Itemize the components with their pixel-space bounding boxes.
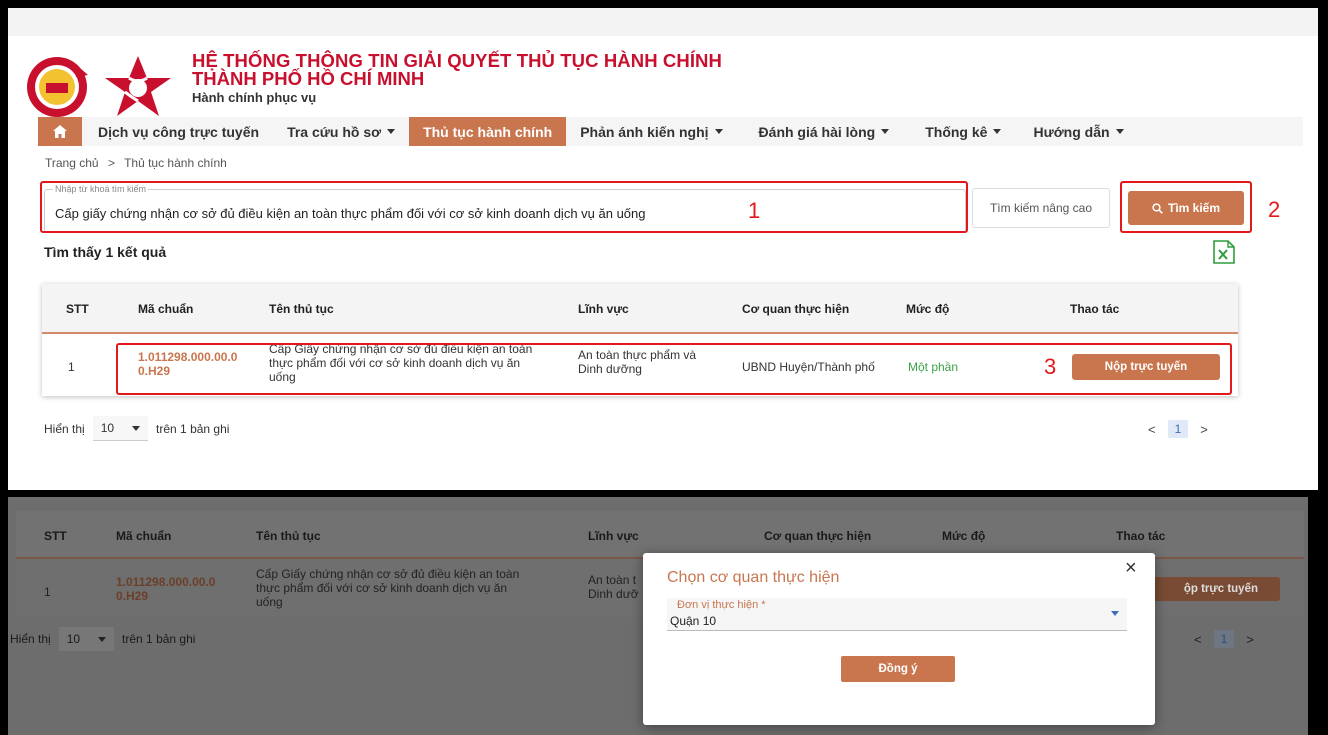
pagination: < 1 > bbox=[1194, 630, 1254, 648]
main-nav: Dịch vụ công trực tuyến Tra cứu hồ sơ Th… bbox=[38, 117, 1303, 146]
prev-page-button: < bbox=[1194, 631, 1202, 647]
confirm-button[interactable]: Đồng ý bbox=[841, 656, 955, 682]
col-header-field: Lĩnh vực bbox=[578, 302, 629, 316]
top-strip bbox=[8, 8, 1318, 36]
prev-page-button[interactable]: < bbox=[1148, 422, 1156, 437]
nav-item-satisfaction[interactable]: Đánh giá hài lòng bbox=[737, 117, 904, 146]
close-icon[interactable]: × bbox=[1125, 557, 1137, 580]
system-subtitle: Hành chính phục vụ bbox=[192, 90, 317, 105]
city-emblem-icon bbox=[27, 57, 88, 117]
nav-item-admin-procedures[interactable]: Thủ tục hành chính bbox=[409, 117, 567, 146]
modal-screen-panel: STT Mã chuẩn Tên thủ tục Lĩnh vực Cơ qua… bbox=[8, 497, 1308, 735]
table-header: STT Mã chuẩn Tên thủ tục Lĩnh vực Cơ qua… bbox=[16, 511, 1304, 559]
chevron-down-icon bbox=[387, 129, 396, 134]
highlight-box-row bbox=[116, 343, 1232, 395]
agency-select[interactable]: Đơn vị thực hiện * Quận 10 bbox=[667, 598, 1127, 631]
show-label: Hiển thị bbox=[44, 421, 85, 436]
nav-item-lookup-records[interactable]: Tra cứu hồ sơ bbox=[273, 117, 409, 146]
cell-procedure-name: Cấp Giấy chứng nhận cơ sở đủ điều kiện a… bbox=[256, 567, 520, 609]
show-label: Hiển thị bbox=[10, 632, 51, 646]
chevron-down-icon bbox=[1111, 611, 1119, 616]
col-header-field: Lĩnh vực bbox=[588, 529, 639, 543]
search-button[interactable]: Tìm kiếm bbox=[1128, 191, 1244, 225]
results-count: Tìm thấy 1 kết quả bbox=[44, 244, 167, 260]
next-page-button[interactable]: > bbox=[1200, 422, 1208, 437]
chevron-down-icon bbox=[132, 425, 141, 431]
agency-select-value: Quận 10 bbox=[670, 614, 717, 628]
col-header-agency: Cơ quan thực hiện bbox=[742, 302, 850, 316]
chevron-down-icon bbox=[714, 129, 723, 134]
service-star-logo-icon bbox=[105, 56, 171, 116]
highlight-box-search bbox=[40, 181, 968, 233]
annotation-number-1: 1 bbox=[748, 198, 761, 223]
system-title-line2: THÀNH PHỐ HỒ CHÍ MINH bbox=[192, 68, 425, 89]
col-header-action: Thao tác bbox=[1070, 302, 1120, 316]
search-icon bbox=[1152, 202, 1163, 214]
col-header-stt: STT bbox=[66, 302, 89, 316]
dialog-title: Chọn cơ quan thực hiện bbox=[667, 569, 840, 586]
total-records-label: trên 1 bản ghi bbox=[156, 421, 230, 436]
cell-stt: 1 bbox=[68, 360, 75, 374]
nav-item-statistics[interactable]: Thống kê bbox=[903, 117, 1015, 146]
agency-select-label: Đơn vị thực hiện * bbox=[677, 599, 766, 611]
breadcrumb: Trang chủ > Thủ tục hành chính bbox=[45, 156, 233, 170]
annotation-number-3: 3 bbox=[1044, 354, 1057, 379]
col-header-action: Thao tác bbox=[1116, 529, 1166, 543]
cell-code: 1.011298.000.00.0 0.H29 bbox=[116, 575, 216, 603]
col-header-level: Mức độ bbox=[942, 529, 986, 543]
main-page-panel: HỆ THỐNG THÔNG TIN GIẢI QUYẾT THỦ TỤC HÀ… bbox=[8, 8, 1318, 490]
breadcrumb-current: Thủ tục hành chính bbox=[124, 156, 227, 170]
chevron-down-icon bbox=[1115, 129, 1124, 134]
breadcrumb-home-link[interactable]: Trang chủ bbox=[45, 156, 99, 170]
page-1-button[interactable]: 1 bbox=[1167, 420, 1189, 438]
nav-item-feedback[interactable]: Phản ánh kiến nghị bbox=[566, 117, 736, 146]
page-size-select: 10 bbox=[58, 627, 115, 651]
page-size-select[interactable]: 10 bbox=[92, 416, 149, 441]
col-header-name: Tên thủ tục bbox=[256, 529, 321, 543]
excel-export-icon[interactable] bbox=[1213, 240, 1235, 264]
table-header: STT Mã chuẩn Tên thủ tục Lĩnh vực Cơ qua… bbox=[42, 284, 1238, 334]
advanced-search-button[interactable]: Tìm kiếm nâng cao bbox=[972, 188, 1110, 228]
col-header-stt: STT bbox=[44, 529, 67, 543]
cell-field: An toàn t Dinh dưỡ bbox=[588, 573, 639, 601]
chevron-down-icon bbox=[98, 636, 107, 642]
col-header-code: Mã chuẩn bbox=[138, 302, 194, 316]
home-button[interactable] bbox=[38, 117, 82, 146]
page-1-button: 1 bbox=[1213, 630, 1235, 648]
next-page-button: > bbox=[1246, 631, 1254, 647]
chevron-down-icon bbox=[993, 129, 1002, 134]
col-header-agency: Cơ quan thực hiện bbox=[764, 529, 872, 543]
col-header-name: Tên thủ tục bbox=[269, 302, 334, 316]
col-header-code: Mã chuẩn bbox=[116, 529, 172, 543]
nav-item-online-services[interactable]: Dịch vụ công trực tuyến bbox=[82, 117, 273, 146]
page-size-control: Hiển thị 10 trên 1 bản ghi bbox=[10, 627, 195, 651]
cell-stt: 1 bbox=[44, 585, 51, 599]
home-icon bbox=[53, 125, 67, 138]
col-header-level: Mức độ bbox=[906, 302, 950, 316]
page-size-control: Hiển thị 10 trên 1 bản ghi bbox=[44, 416, 229, 441]
pagination: < 1 > bbox=[1148, 420, 1208, 438]
annotation-number-2: 2 bbox=[1268, 197, 1281, 222]
total-records-label: trên 1 bản ghi bbox=[122, 632, 196, 646]
breadcrumb-separator: > bbox=[107, 156, 115, 170]
chevron-down-icon bbox=[881, 129, 890, 134]
nav-item-guide[interactable]: Hướng dẫn bbox=[1015, 117, 1137, 146]
select-agency-dialog: Chọn cơ quan thực hiện × Đơn vị thực hiệ… bbox=[643, 553, 1155, 725]
